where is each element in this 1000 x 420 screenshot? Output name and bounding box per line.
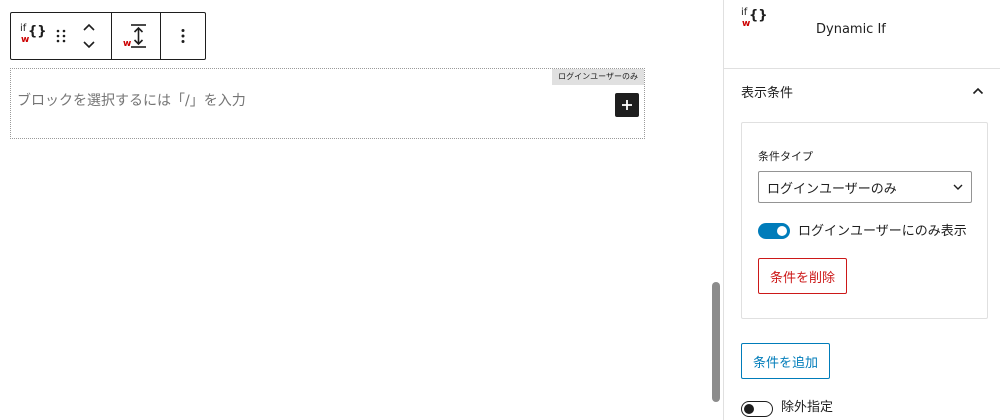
- block-card: if {} w Dynamic If: [724, 0, 1000, 69]
- svg-text:w: w: [123, 39, 131, 49]
- braces-icon-text: {}: [749, 8, 768, 23]
- braces-icon-text: {}: [28, 24, 47, 39]
- dynamic-if-block[interactable]: ログインユーザーのみ ブロックを選択するには「/」を入力: [10, 68, 645, 139]
- toggle-knob: [777, 226, 787, 236]
- editor-canvas: if {} w w ログインユーザーのみ ブロックを選択するには「/」を入力: [0, 0, 723, 420]
- w-mark-icon-text: w: [742, 19, 751, 29]
- logged-in-toggle[interactable]: [758, 223, 790, 239]
- toolbar-group-more: [161, 13, 205, 59]
- w-mark-icon-text: w: [21, 35, 30, 45]
- delete-condition-button[interactable]: 条件を削除: [758, 258, 848, 294]
- toolbar-group-block: if {} w: [11, 13, 112, 59]
- condition-type-value: ログインユーザーのみ: [767, 181, 897, 197]
- block-placeholder[interactable]: ブロックを選択するには「/」を入力: [17, 90, 246, 110]
- condition-type-label: 条件タイプ: [758, 150, 813, 163]
- exclude-toggle[interactable]: [741, 401, 773, 417]
- logged-in-toggle-label: ログインユーザーにのみ表示: [798, 223, 967, 239]
- align-vertical-button[interactable]: w: [118, 13, 154, 59]
- dynamic-if-icon: if {} w: [20, 23, 47, 48]
- exclude-toggle-row: 除外指定: [741, 397, 833, 417]
- chevron-up-icon: [972, 87, 984, 95]
- move-buttons: [73, 13, 105, 59]
- more-options-icon: [181, 29, 185, 43]
- block-toolbar: if {} w w: [10, 12, 206, 60]
- toggle-knob: [744, 404, 754, 414]
- block-type-button[interactable]: if {} w: [17, 13, 49, 59]
- toolbar-group-align: w: [112, 13, 161, 59]
- condition-card: 条件タイプ ログインユーザーのみ ログインユーザーにのみ表示 条件を削除: [741, 122, 988, 319]
- move-up-icon[interactable]: [82, 23, 96, 31]
- add-condition-button[interactable]: 条件を追加: [741, 343, 831, 379]
- chevron-down-icon: [953, 184, 963, 190]
- block-inserter-button[interactable]: [615, 93, 639, 117]
- exclude-toggle-label: 除外指定: [781, 400, 834, 415]
- block-condition-tag: ログインユーザーのみ: [552, 69, 644, 85]
- condition-type-select[interactable]: ログインユーザーのみ: [758, 171, 972, 203]
- settings-sidebar: if {} w Dynamic If 表示条件 条件タイプ ログインユーザーのみ…: [723, 0, 1000, 420]
- drag-handle-icon: [56, 29, 66, 43]
- plus-icon: [622, 100, 632, 110]
- drag-handle-button[interactable]: [49, 13, 73, 59]
- if-icon-text: if: [741, 7, 748, 18]
- canvas-scrollbar[interactable]: [712, 282, 720, 402]
- logged-in-toggle-row: ログインユーザーにのみ表示: [758, 219, 967, 239]
- block-title: Dynamic If: [816, 22, 886, 37]
- panel-title: 表示条件: [741, 85, 794, 101]
- dynamic-if-icon: if {} w: [741, 7, 768, 32]
- panel-toggle-display-conditions[interactable]: 表示条件: [724, 70, 1000, 112]
- align-vertical-icon: w: [123, 24, 146, 49]
- if-icon-text: if: [20, 23, 27, 34]
- more-options-button[interactable]: [167, 13, 199, 59]
- move-down-icon[interactable]: [82, 41, 96, 49]
